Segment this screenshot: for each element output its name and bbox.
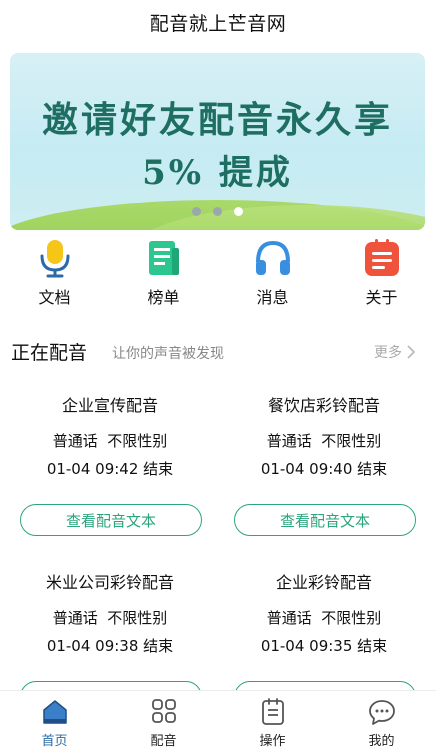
card-requirements: 普通话 不限性别: [15, 607, 205, 628]
card-title: 企业宣传配音: [61, 396, 158, 415]
card-requirements: 普通话 不限性别: [15, 430, 205, 451]
clipboard-icon: [258, 698, 288, 726]
page-title: 配音就上芒音网: [149, 12, 287, 35]
card-language: 普通话: [52, 609, 98, 627]
card-title: 企业彩铃配音: [275, 573, 372, 592]
card-title: 米业公司彩铃配音: [45, 573, 174, 592]
card-requirements: 普通话 不限性别: [229, 430, 419, 451]
dubbing-card[interactable]: 米业公司彩铃配音 普通话 不限性别 01-04 09:38 结束 查看配音文本: [15, 569, 205, 713]
nav-label: 关于: [365, 288, 398, 307]
app-header: 配音就上芒音网: [0, 0, 436, 44]
headphones-icon: [253, 238, 293, 278]
tab-label: 首页: [41, 734, 68, 749]
card-gender: 不限性别: [321, 609, 382, 627]
nav-item-messages[interactable]: 消息: [218, 238, 327, 308]
section-title: 正在配音: [11, 342, 88, 364]
carousel-dot[interactable]: [192, 207, 201, 216]
card-deadline: 01-04 09:40 结束: [260, 460, 388, 478]
card-deadline: 01-04 09:35 结束: [260, 637, 388, 655]
more-link[interactable]: 更多: [374, 342, 416, 362]
card-gender: 不限性别: [321, 432, 382, 450]
dubbing-card[interactable]: 企业彩铃配音 普通话 不限性别 01-04 09:35 结束 查看配音文本: [229, 569, 419, 713]
banner-subline: 5% 提成: [142, 153, 293, 193]
nav-label: 榜单: [147, 288, 180, 307]
nav-item-ranking[interactable]: 榜单: [109, 238, 218, 308]
section-header: 正在配音 让你的声音被发现 更多: [0, 336, 436, 366]
tab-dubbing[interactable]: 配音: [109, 691, 218, 749]
home-icon: [40, 698, 70, 726]
ranking-list-icon: [144, 238, 184, 278]
card-deadline: 01-04 09:38 结束: [46, 637, 174, 655]
card-language: 普通话: [266, 609, 312, 627]
nav-item-about[interactable]: 关于: [327, 238, 436, 308]
carousel-dot[interactable]: [213, 207, 222, 216]
card-gender: 不限性别: [107, 432, 168, 450]
microphone-icon: [35, 238, 75, 278]
dubbing-card[interactable]: 餐饮店彩铃配音 普通话 不限性别 01-04 09:40 结束 查看配音文本: [229, 392, 419, 536]
tab-home[interactable]: 首页: [0, 691, 109, 749]
banner-headline: 邀请好友配音永久享: [41, 99, 393, 141]
about-icon: [362, 238, 402, 278]
bottom-tab-bar: 首页 配音 操作 我的: [0, 690, 436, 749]
tab-label: 配音: [150, 734, 177, 749]
more-label: 更多: [374, 345, 402, 361]
card-deadline: 01-04 09:42 结束: [46, 460, 174, 478]
promo-banner[interactable]: 邀请好友配音永久享 5% 提成: [10, 53, 425, 230]
tab-operations[interactable]: 操作: [218, 691, 327, 749]
tab-label: 操作: [259, 734, 286, 749]
grid-icon: [149, 698, 179, 726]
tab-mine[interactable]: 我的: [327, 691, 436, 749]
nav-label: 消息: [256, 288, 289, 307]
quick-nav: 文档 榜单 消息 关于: [0, 238, 436, 308]
nav-label: 文档: [38, 288, 71, 307]
carousel-dot-active[interactable]: [234, 207, 243, 216]
dubbing-card[interactable]: 企业宣传配音 普通话 不限性别 01-04 09:42 结束 查看配音文本: [15, 392, 205, 536]
card-gender: 不限性别: [107, 609, 168, 627]
view-script-button[interactable]: 查看配音文本: [20, 504, 202, 536]
card-requirements: 普通话 不限性别: [229, 607, 419, 628]
card-title: 餐饮店彩铃配音: [267, 396, 380, 415]
chevron-right-icon: [407, 345, 416, 359]
section-subtitle: 让你的声音被发现: [112, 346, 224, 362]
carousel-dots: [10, 207, 425, 216]
card-language: 普通话: [52, 432, 98, 450]
chat-bubble-icon: [367, 698, 397, 726]
nav-item-documents[interactable]: 文档: [0, 238, 109, 308]
card-language: 普通话: [266, 432, 312, 450]
view-script-button[interactable]: 查看配音文本: [234, 504, 416, 536]
tab-label: 我的: [368, 734, 395, 749]
